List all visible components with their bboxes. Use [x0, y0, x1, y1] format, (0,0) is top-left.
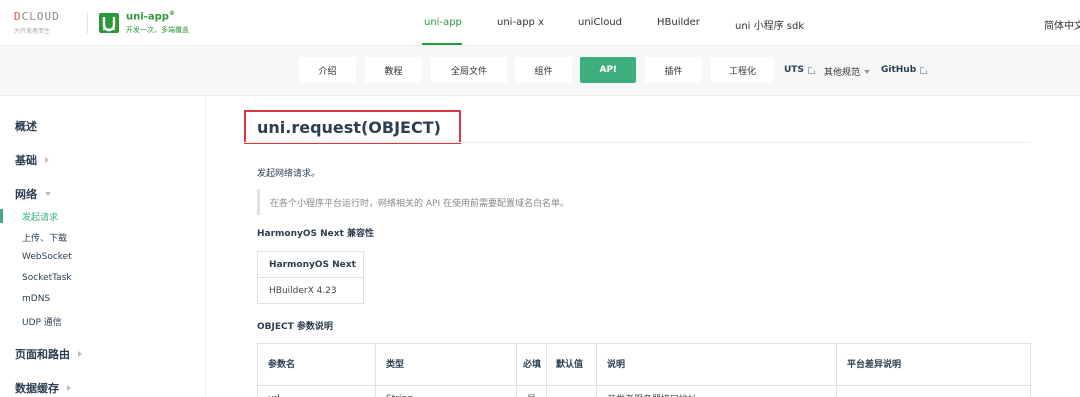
chevron-down-icon: [45, 192, 51, 196]
subnav-global-files[interactable]: 全局文件: [431, 57, 507, 83]
subnav-uts-link[interactable]: UTS: [784, 65, 816, 75]
subnav-plugins[interactable]: 插件: [645, 57, 702, 83]
topnav-uni-app-x[interactable]: uni-app x: [497, 17, 544, 28]
subnav-api[interactable]: API: [580, 57, 636, 83]
sidebar-group-pages-routing[interactable]: 页面和路由: [15, 346, 82, 362]
uni-app-logo-icon[interactable]: [99, 13, 119, 33]
language-selector[interactable]: 简体中文: [1044, 17, 1080, 32]
table-row: url String 是 开发者服务器接口地址: [257, 385, 1031, 397]
top-header: DCLOUD 为开发者而生 uni-app® 开发一次，多端覆盖 uni-app…: [0, 0, 1080, 46]
caret-down-icon: [864, 69, 871, 74]
external-link-icon: [807, 65, 816, 74]
uni-app-brand-name[interactable]: uni-app®: [126, 10, 175, 22]
subnav-components[interactable]: 组件: [515, 57, 572, 83]
param-table-header-row: 参数名 类型 必填 默认值 说明 平台差异说明: [257, 343, 1031, 386]
sidebar-group-storage[interactable]: 数据缓存: [15, 380, 71, 396]
topnav-hbuilder[interactable]: HBuilder: [657, 17, 700, 28]
param-table: 参数名 类型 必填 默认值 说明 平台差异说明 url String 是 开发者…: [257, 343, 1031, 397]
param-cell-type: String: [375, 385, 517, 397]
sidebar-item-mdns[interactable]: mDNS: [22, 294, 50, 304]
sidebar: 概述 基础 网络 发起请求 上传、下载 WebSocket SocketTask…: [0, 96, 206, 397]
dcloud-logo-word: CLOUD: [21, 10, 60, 23]
sidebar-item-sockettask[interactable]: SocketTask: [22, 273, 72, 283]
uni-app-slogan: 开发一次，多端覆盖: [126, 26, 189, 34]
dcloud-logo[interactable]: DCLOUD 为开发者而生: [14, 11, 84, 37]
tip-text: 在各个小程序平台运行时，网络相关的 API 在使用前需要配置域名白名单。: [270, 198, 569, 209]
chevron-right-icon: [45, 157, 49, 163]
dcloud-logo-prefix: D: [14, 10, 22, 23]
topnav-unicloud[interactable]: uniCloud: [578, 17, 622, 28]
page-title: uni.request(OBJECT): [257, 118, 441, 137]
sidebar-group-overview[interactable]: 概述: [15, 118, 37, 134]
topnav-uni-app[interactable]: uni-app: [424, 17, 462, 28]
external-link-icon: [920, 65, 929, 74]
compat-table-value: HBuilderX 4.23: [257, 277, 364, 304]
param-cell-required: 是: [516, 385, 547, 397]
param-col-description: 说明: [596, 343, 837, 386]
api-description: 发起网络请求。: [257, 169, 321, 179]
chevron-right-icon: [67, 385, 71, 391]
param-col-default: 默认值: [546, 343, 597, 386]
sidebar-item-upload-download[interactable]: 上传、下载: [22, 231, 67, 244]
param-col-platform-diff: 平台差异说明: [836, 343, 1031, 386]
dcloud-tagline: 为开发者而生: [14, 28, 51, 35]
param-cell-description: 开发者服务器接口地址: [596, 385, 837, 397]
param-col-required: 必填: [516, 343, 547, 386]
chevron-right-icon: [78, 351, 82, 357]
sidebar-item-udp[interactable]: UDP 通信: [22, 315, 62, 328]
topnav-uni-mini-program-sdk[interactable]: uni 小程序 sdk: [735, 17, 804, 32]
param-col-name: 参数名: [257, 343, 376, 386]
subnav-other-specs-dropdown[interactable]: 其他规范: [824, 65, 871, 78]
param-col-type: 类型: [375, 343, 517, 386]
sidebar-item-websocket[interactable]: WebSocket: [22, 252, 72, 262]
subnav-tutorial[interactable]: 教程: [365, 57, 422, 83]
main-content: uni.request(OBJECT) 发起网络请求。 在各个小程序平台运行时，…: [207, 96, 1080, 397]
topnav-active-underline: [422, 43, 462, 45]
param-cell-platform-diff: [836, 385, 1031, 397]
sidebar-active-indicator: [0, 209, 3, 223]
title-divider: [244, 142, 1031, 143]
sidebar-item-request[interactable]: 发起请求: [22, 210, 58, 223]
tip-block: 在各个小程序平台运行时，网络相关的 API 在使用前需要配置域名白名单。: [257, 189, 1031, 215]
param-cell-name: url: [257, 385, 376, 397]
subnav-github-link[interactable]: GitHub: [881, 65, 929, 75]
subnav-engineering[interactable]: 工程化: [711, 57, 774, 83]
object-params-heading: OBJECT 参数说明: [257, 322, 333, 332]
param-cell-default: [546, 385, 597, 397]
compat-table: HarmonyOS Next HBuilderX 4.23: [257, 251, 364, 304]
logo-divider: [87, 12, 88, 34]
compat-heading: HarmonyOS Next 兼容性: [257, 229, 375, 239]
sidebar-group-basics[interactable]: 基础: [15, 152, 49, 168]
compat-table-header: HarmonyOS Next: [257, 251, 364, 278]
sidebar-group-network[interactable]: 网络: [15, 186, 51, 202]
sub-nav: 介绍 教程 全局文件 组件 API 插件 工程化 UTS 其他规范 GitHub: [0, 46, 1080, 96]
subnav-intro[interactable]: 介绍: [299, 57, 356, 83]
